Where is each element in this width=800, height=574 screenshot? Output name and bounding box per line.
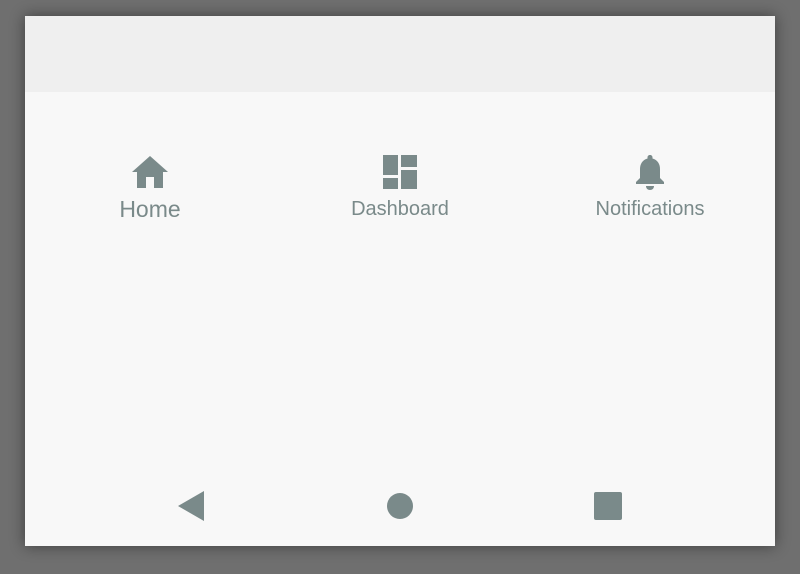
home-circle-icon (386, 492, 414, 525)
home-icon (130, 152, 170, 192)
nav-item-notifications[interactable]: Notifications (525, 152, 775, 242)
dashboard-icon (380, 152, 420, 192)
main-content: Home Dashboard Notifications (25, 92, 775, 462)
bottom-navigation: Home Dashboard Notifications (25, 152, 775, 242)
system-recents-button[interactable] (586, 486, 630, 530)
nav-item-home[interactable]: Home (25, 152, 275, 242)
system-back-button[interactable] (169, 486, 213, 530)
nav-item-label: Dashboard (351, 198, 449, 220)
app-bar (25, 16, 775, 92)
system-home-button[interactable] (378, 486, 422, 530)
back-triangle-icon (176, 490, 206, 527)
recents-square-icon (594, 491, 622, 525)
nav-item-label: Notifications (595, 198, 705, 220)
phone-screen: Home Dashboard Notifications (25, 16, 775, 546)
bell-icon (630, 152, 670, 192)
nav-item-dashboard[interactable]: Dashboard (275, 152, 525, 242)
nav-item-label: Home (119, 196, 181, 222)
